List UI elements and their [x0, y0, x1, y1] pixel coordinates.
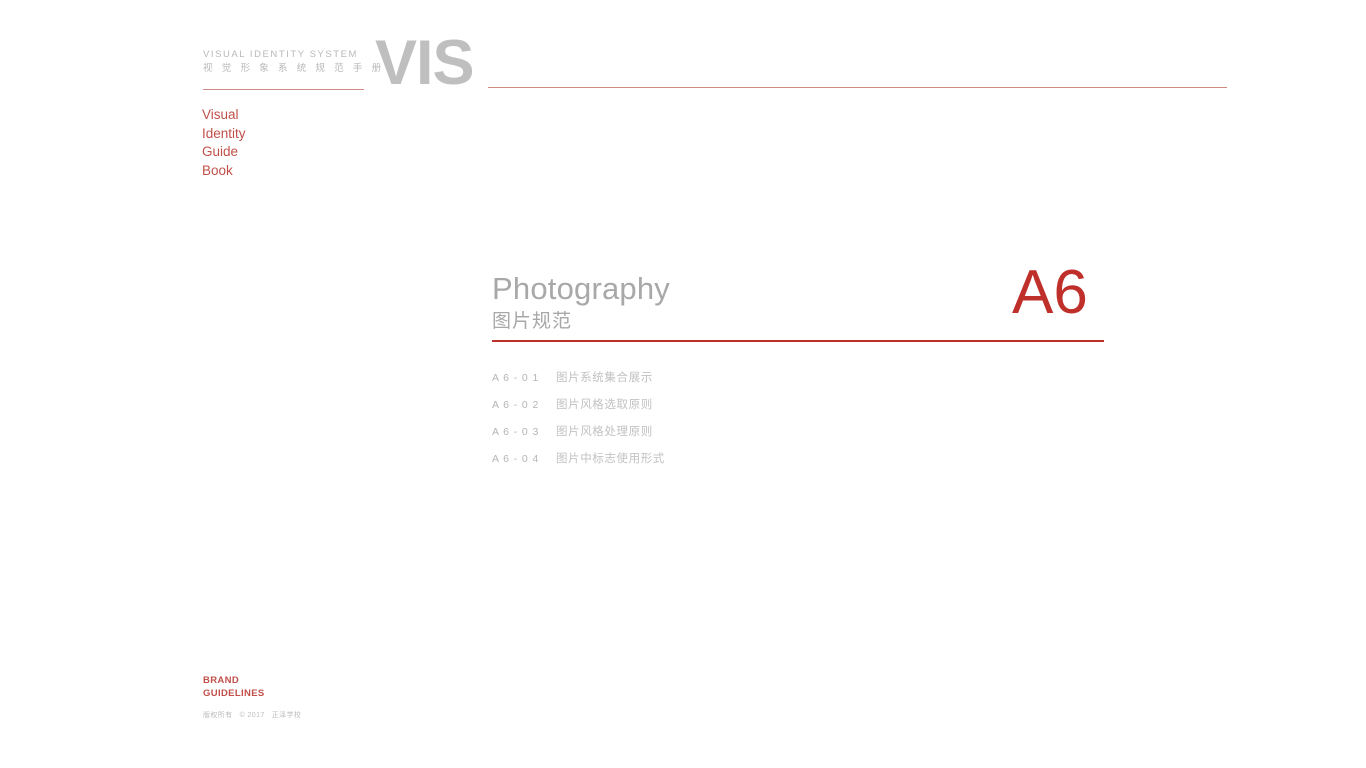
table-of-contents: A 6 - 0 1 图片系统集合展示 A 6 - 0 2 图片风格选取原则 A …: [492, 369, 665, 477]
nav-line-visual: Visual: [202, 107, 239, 122]
toc-item-code: A 6 - 0 3: [492, 426, 540, 438]
toc-item-label: 图片系统集合展示: [556, 372, 653, 384]
footer-brand-line1: BRAND: [203, 675, 240, 686]
copyright-mark: © 2017: [239, 712, 265, 719]
section-title-group: Photography 图片规范: [492, 270, 670, 335]
footer-brand-guidelines: BRAND GUIDELINES: [203, 675, 265, 700]
section-title-en: Photography: [492, 271, 670, 306]
nav-line-guide: Guide: [202, 144, 239, 160]
toc-item-code: A 6 - 0 2: [492, 399, 540, 411]
toc-item[interactable]: A 6 - 0 3 图片风格处理原则: [492, 423, 665, 450]
toc-item[interactable]: A 6 - 0 4 图片中标志使用形式: [492, 450, 665, 477]
top-horizontal-rule: [488, 87, 1227, 88]
copyright-text-cn: 版权所有: [203, 712, 233, 719]
toc-item-label: 图片风格选取原则: [556, 399, 653, 411]
nav-line-book: Book: [202, 163, 233, 179]
toc-item[interactable]: A 6 - 0 2 图片风格选取原则: [492, 396, 665, 423]
toc-item-code: A 6 - 0 1: [492, 372, 540, 384]
system-title-cn: 视 觉 形 象 系 统 规 范 手 册: [203, 63, 385, 74]
copyright-owner: 正泽学校: [271, 712, 302, 719]
toc-item-label: 图片中标志使用形式: [556, 453, 665, 465]
toc-item-code: A 6 - 0 4: [492, 453, 540, 465]
vis-logotype: VIS: [375, 28, 475, 98]
chapter-code: A6: [1012, 258, 1088, 327]
footer-copyright: 版权所有 © 2017 正泽学校: [203, 710, 301, 720]
section-title-rule: [492, 340, 1104, 342]
toc-item-label: 图片风格处理原则: [556, 426, 653, 438]
visual-identity-guide-book-label: Visual Identity Guide Book: [202, 106, 246, 181]
header-divider: [203, 89, 364, 90]
nav-line-identity: Identity: [202, 125, 246, 141]
vis-header-block: VISUAL IDENTITY SYSTEM 视 觉 形 象 系 统 规 范 手…: [203, 48, 385, 76]
section-title-cn: 图片规范: [492, 311, 573, 332]
footer-brand-line2: GUIDELINES: [203, 687, 265, 699]
toc-item[interactable]: A 6 - 0 1 图片系统集合展示: [492, 369, 665, 396]
system-title-en: VISUAL IDENTITY SYSTEM: [203, 49, 358, 60]
